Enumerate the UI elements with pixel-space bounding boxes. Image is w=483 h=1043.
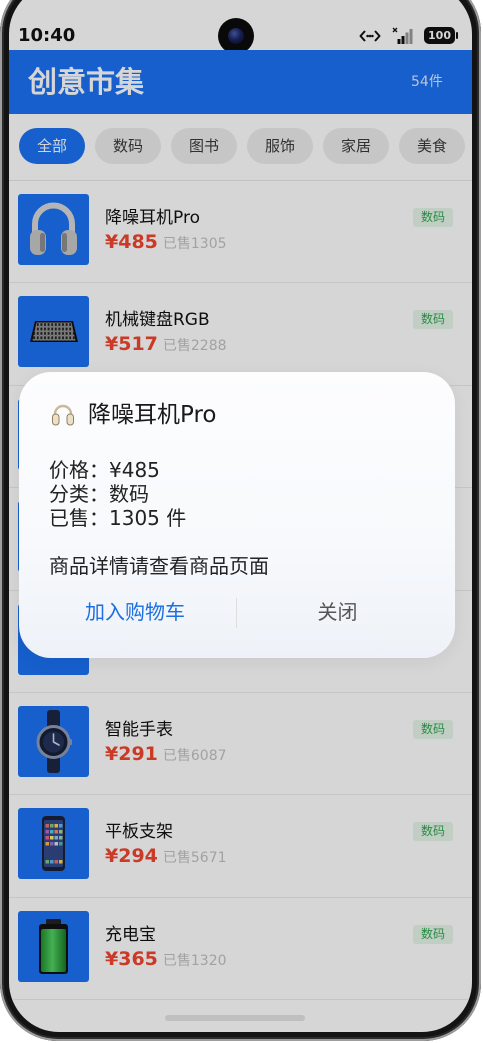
dialog-category-line: 分类：数码	[49, 482, 149, 506]
close-button[interactable]: 关闭	[240, 590, 435, 634]
add-to-cart-button[interactable]: 加入购物车	[40, 590, 230, 634]
dialog-layer: 降噪耳机Pro 价格：¥485 分类：数码 已售：1305 件 商品详情请查看商…	[9, 0, 472, 1032]
dialog-body: 价格：¥485 分类：数码 已售：1305 件	[49, 458, 186, 530]
phone-frame: 10:40 100 创意市集 54件 全部 数码 图书 服饰 家居 美食 降噪耳…	[0, 0, 481, 1041]
screen: 10:40 100 创意市集 54件 全部 数码 图书 服饰 家居 美食 降噪耳…	[9, 0, 472, 1032]
button-divider	[236, 598, 237, 628]
headphones-icon	[52, 404, 74, 426]
dialog-sold-line: 已售：1305 件	[49, 506, 187, 530]
dialog-note: 商品详情请查看商品页面	[49, 554, 269, 578]
product-dialog: 降噪耳机Pro 价格：¥485 分类：数码 已售：1305 件 商品详情请查看商…	[19, 372, 455, 658]
dialog-price-line: 价格：¥485	[49, 458, 160, 482]
dialog-title: 降噪耳机Pro	[88, 402, 217, 428]
